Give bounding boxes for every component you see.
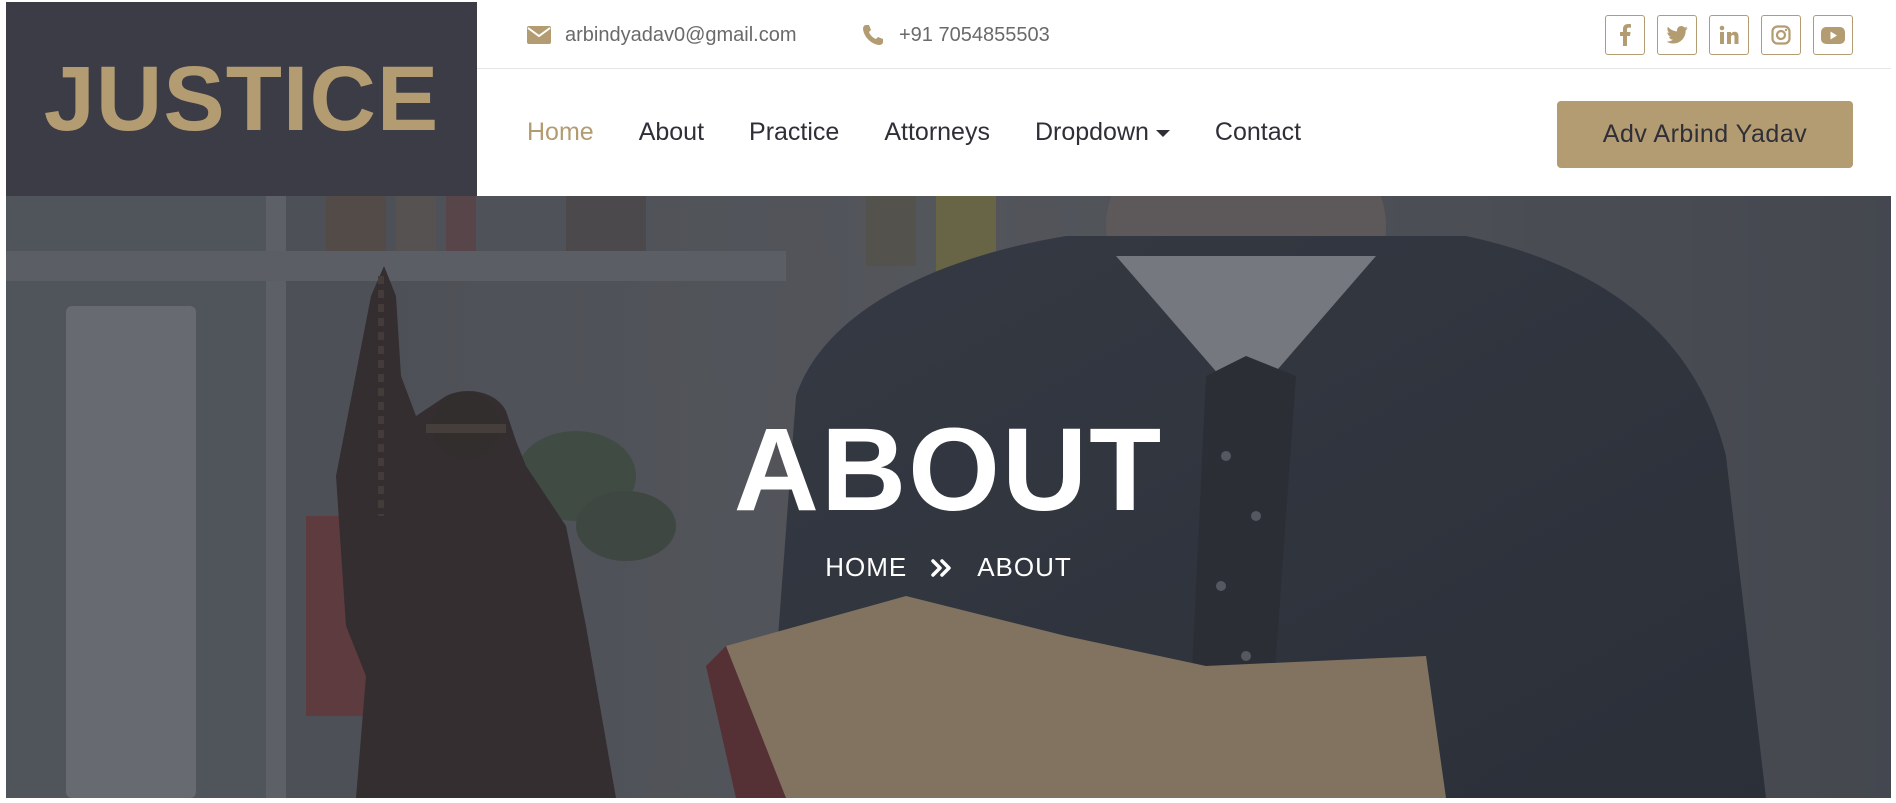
phone-text[interactable]: +91 7054855503 [899,24,1050,47]
nav-attorneys-label[interactable]: Attorneys [884,118,990,147]
hero-title: ABOUT [733,404,1164,536]
nav-contact[interactable]: Contact [1215,118,1301,147]
nav-links: Home About Practice Attorneys Dropdown C… [527,69,1346,196]
nav-about[interactable]: About [639,118,704,147]
facebook-icon [1620,24,1631,46]
instagram-icon [1771,25,1791,45]
brand-logo-text[interactable]: JUSTICE [44,47,440,152]
email-text[interactable]: arbindyadav0@gmail.com [565,24,797,47]
page-frame: JUSTICE arbindyadav0@gmail.com +91 70548… [6,2,1891,798]
brand-logo-block[interactable]: JUSTICE [6,2,477,196]
top-contact-bar: arbindyadav0@gmail.com +91 7054855503 [477,2,1891,69]
twitter-icon [1666,26,1688,44]
phone-icon [863,25,883,45]
breadcrumb: HOME ABOUT [6,552,1891,583]
email-contact[interactable]: arbindyadav0@gmail.com [527,2,797,68]
nav-dropdown[interactable]: Dropdown [1035,118,1170,147]
linkedin-button[interactable] [1709,15,1749,55]
envelope-icon [527,26,551,44]
double-chevron-right-icon [931,558,953,578]
main-navigation: Home About Practice Attorneys Dropdown C… [477,69,1891,196]
nav-home-label[interactable]: Home [527,118,594,147]
linkedin-icon [1719,25,1739,44]
cta-button[interactable]: Adv Arbind Yadav [1557,101,1853,168]
facebook-button[interactable] [1605,15,1645,55]
nav-home[interactable]: Home [527,118,594,147]
twitter-button[interactable] [1657,15,1697,55]
breadcrumb-current: ABOUT [977,552,1072,582]
instagram-button[interactable] [1761,15,1801,55]
hero-banner: ABOUT HOME ABOUT [6,196,1891,798]
nav-contact-label[interactable]: Contact [1215,118,1301,147]
breadcrumb-home[interactable]: HOME [825,552,907,583]
nav-practice-label[interactable]: Practice [749,118,839,147]
youtube-button[interactable] [1813,15,1853,55]
caret-down-icon [1155,130,1170,137]
nav-attorneys[interactable]: Attorneys [884,118,990,147]
nav-about-label[interactable]: About [639,118,704,147]
youtube-icon [1821,26,1845,44]
nav-practice[interactable]: Practice [749,118,839,147]
phone-contact[interactable]: +91 7054855503 [861,2,1050,68]
social-links [1605,15,1853,55]
nav-dropdown-label[interactable]: Dropdown [1035,118,1149,147]
